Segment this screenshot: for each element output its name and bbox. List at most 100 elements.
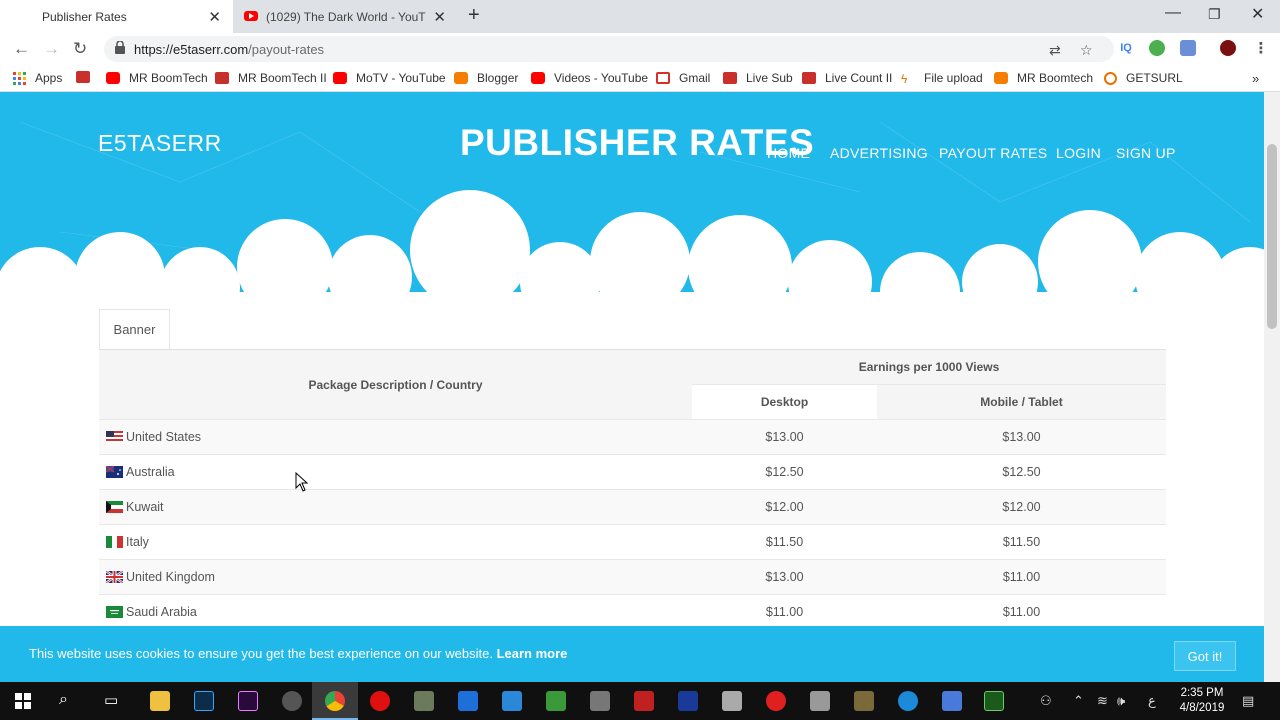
close-tab-icon[interactable]: ✕ <box>208 8 221 26</box>
bookmark-getsurl[interactable]: GETSURL <box>1104 71 1183 85</box>
rates-table: Package Description / Country Earnings p… <box>99 349 1166 629</box>
country-name: United Kingdom <box>126 570 215 584</box>
record-icon[interactable] <box>766 691 786 711</box>
bookmark-motv[interactable]: MoTV - YouTube <box>333 71 446 85</box>
editor-icon[interactable] <box>546 691 566 711</box>
search-icon[interactable]: ⌕ <box>59 691 68 709</box>
new-tab-icon[interactable]: + <box>468 4 480 27</box>
table-row: Saudi Arabia $11.00 $11.00 <box>99 594 1166 629</box>
bookmark-star-icon[interactable]: ☆ <box>1080 42 1093 59</box>
restore-icon[interactable]: ❐ <box>1208 6 1221 23</box>
bookmark-file-upload[interactable]: ϟ File upload <box>901 71 983 86</box>
nav-home[interactable]: HOME <box>767 145 810 161</box>
notifications-icon[interactable]: ▤ <box>1242 693 1254 709</box>
taskbar-clock[interactable]: 2:35 PM 4/8/2019 <box>1172 686 1232 716</box>
desktop-rate: $11.50 <box>765 535 804 549</box>
chrome-icon[interactable] <box>325 691 345 711</box>
bookmark-live-sub[interactable]: Live Sub <box>723 71 793 85</box>
app-icon[interactable] <box>854 691 874 711</box>
bookmark-label: MoTV - YouTube <box>356 71 446 85</box>
menu-icon[interactable]: ⋮ <box>1253 40 1269 57</box>
game-icon[interactable] <box>414 691 434 711</box>
file-explorer-icon[interactable] <box>150 691 170 711</box>
web-page: E5TASERR PUBLISHER RATES HOME ADVERTISIN… <box>0 92 1264 682</box>
volume-icon[interactable]: 🕪 <box>1117 693 1125 709</box>
youtube-icon <box>531 72 545 84</box>
app-icon[interactable] <box>282 691 302 711</box>
window-close-icon[interactable]: ✕ <box>1251 4 1264 24</box>
close-tab-icon[interactable]: ✕ <box>433 8 446 26</box>
bookmark-videos[interactable]: Videos - YouTube <box>531 71 648 85</box>
nav-login[interactable]: LOGIN <box>1056 145 1101 161</box>
bookmark-label: GETSURL <box>1126 71 1183 85</box>
tray-expand-icon[interactable]: ⌃ <box>1073 693 1084 709</box>
uk-flag-icon <box>106 571 123 583</box>
header-desktop: Desktop <box>692 385 877 419</box>
apps-grid-icon <box>13 71 26 85</box>
tab-title: (1029) The Dark World - YouTube <box>266 9 426 24</box>
person-extension-icon[interactable] <box>1180 40 1196 56</box>
nav-advertising[interactable]: ADVERTISING <box>830 145 928 161</box>
bookmark-gmail[interactable]: Gmail <box>656 71 710 85</box>
globe-extension-icon[interactable] <box>1149 40 1165 56</box>
desktop-rate: $12.00 <box>765 500 804 514</box>
tab-banner[interactable]: Banner <box>99 309 170 349</box>
windows-taskbar: ⌕ ▭ ⚇ ⌃ ≋ 🕪 ع 2:35 PM 4/8/2019 ▤ <box>0 682 1280 720</box>
site-logo[interactable]: E5TASERR <box>98 130 222 157</box>
store-icon[interactable] <box>458 691 478 711</box>
address-bar[interactable]: https://e5taserr.com/payout-rates ⇄ ☆ <box>104 36 1114 62</box>
app-icon[interactable] <box>810 691 830 711</box>
country-cell: Saudi Arabia <box>106 595 197 629</box>
tab-youtube[interactable]: (1029) The Dark World - YouTube ✕ <box>234 0 458 33</box>
bookmark-blogger[interactable]: Blogger <box>454 71 518 85</box>
people-icon[interactable]: ⚇ <box>1040 693 1052 709</box>
language-indicator[interactable]: ع <box>1148 693 1156 709</box>
tools-icon[interactable] <box>590 691 610 711</box>
iq-extension-icon[interactable]: IQ <box>1118 40 1134 56</box>
reload-icon[interactable]: ↻ <box>73 39 87 59</box>
minimize-icon[interactable]: — <box>1165 4 1181 22</box>
bookmark-mr-boomtech[interactable]: MR BoomTech <box>106 71 208 85</box>
kw-flag-icon <box>106 501 123 513</box>
opera-icon[interactable] <box>370 691 390 711</box>
windows-start-icon[interactable] <box>15 693 31 709</box>
terminal-icon[interactable] <box>984 691 1004 711</box>
youtube-icon <box>244 11 258 21</box>
avatar[interactable] <box>1220 40 1236 56</box>
cookie-text: This website uses cookies to ensure you … <box>29 646 493 661</box>
app-icon[interactable] <box>942 691 962 711</box>
bookmark-label: Live Count II <box>825 71 893 85</box>
back-icon[interactable]: ← <box>13 39 30 59</box>
forward-icon[interactable]: → <box>43 39 60 59</box>
scroll-thumb[interactable] <box>1267 144 1277 329</box>
translate-icon[interactable]: ⇄ <box>1049 42 1061 59</box>
mobile-rate: $11.00 <box>1002 570 1041 584</box>
bookmark-mr-boomtech-blogger[interactable]: MR Boomtech <box>994 71 1093 85</box>
gamepad-icon[interactable] <box>722 691 742 711</box>
bookmark-mr-boomtech-ii[interactable]: MR BoomTech II <box>215 71 327 85</box>
wifi-icon[interactable]: ≋ <box>1097 693 1108 709</box>
premiere-icon[interactable] <box>238 691 258 711</box>
nav-sign-up[interactable]: SIGN UP <box>1116 145 1176 161</box>
tab-publisher-rates[interactable]: Publisher Rates ✕ <box>0 0 233 33</box>
task-view-icon[interactable]: ▭ <box>104 691 118 709</box>
got-it-button[interactable]: Got it! <box>1174 641 1236 671</box>
youtube-icon <box>333 72 347 84</box>
country-name: Kuwait <box>126 500 164 514</box>
bookmark-apps[interactable]: Apps <box>13 71 62 85</box>
page-scrollbar[interactable] <box>1264 92 1280 682</box>
mobile-rate: $12.50 <box>1002 465 1041 479</box>
photoshop-icon[interactable] <box>194 691 214 711</box>
bookmark-label: Live Sub <box>746 71 793 85</box>
more-bookmarks-icon[interactable]: » <box>1252 71 1259 86</box>
app-icon[interactable] <box>898 691 918 711</box>
bookmark-chart[interactable] <box>76 71 99 83</box>
nav-payout-rates[interactable]: PAYOUT RATES <box>939 145 1047 161</box>
it-flag-icon <box>106 536 123 548</box>
app-icon[interactable] <box>678 691 698 711</box>
bookmark-live-count-ii[interactable]: Live Count II <box>802 71 892 85</box>
mobile-rate: $11.00 <box>1002 605 1041 619</box>
sync-icon[interactable] <box>502 691 522 711</box>
app-icon[interactable] <box>634 691 654 711</box>
learn-more-link[interactable]: Learn more <box>497 646 568 661</box>
